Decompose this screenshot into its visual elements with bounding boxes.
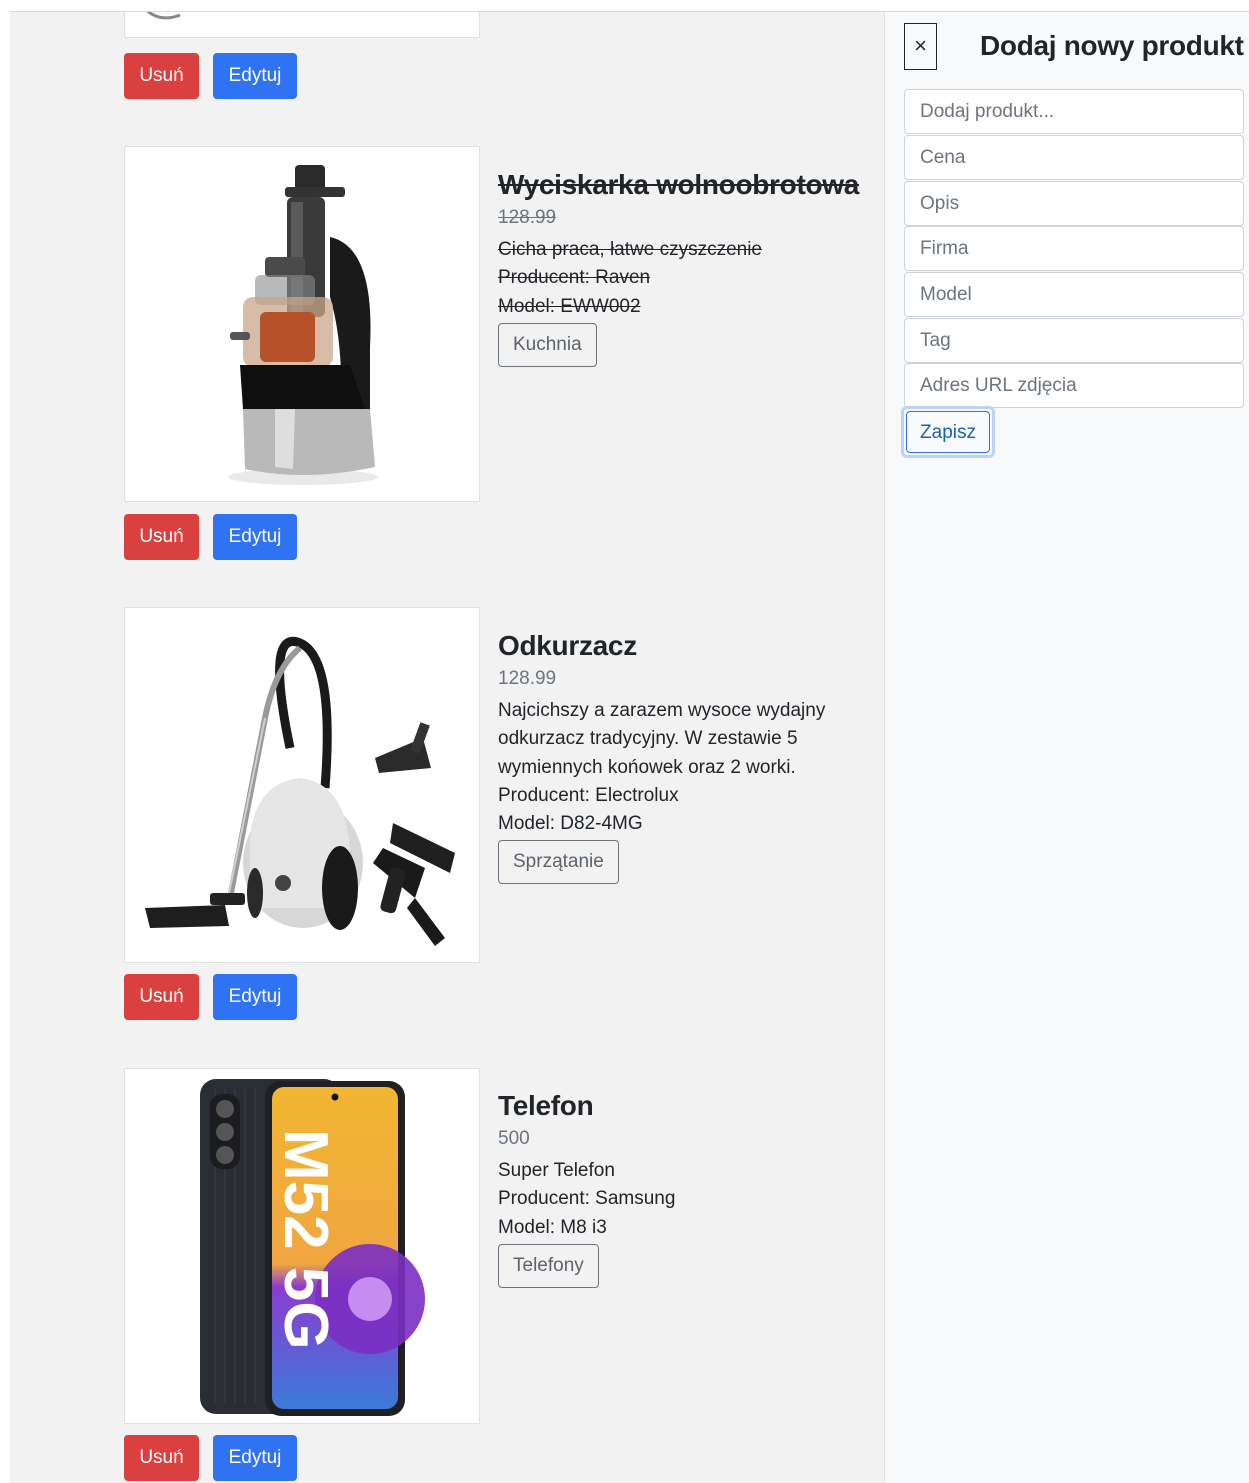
add-product-panel: × Dodaj nowy produkt Zapisz xyxy=(884,12,1249,1483)
price-input[interactable] xyxy=(904,135,1244,180)
phone-image: M52 5G xyxy=(124,1068,480,1424)
panel-title: Dodaj nowy produkt xyxy=(980,30,1244,61)
image-url-input[interactable] xyxy=(904,363,1244,408)
delete-button[interactable]: Usuń xyxy=(124,1435,199,1481)
edit-button[interactable]: Edytuj xyxy=(213,974,297,1020)
model-text: Model: M8 i3 xyxy=(498,1216,607,1238)
description-text: Super Telefon xyxy=(498,1160,615,1181)
delete-button[interactable]: Usuń xyxy=(124,514,199,560)
edit-button[interactable]: Edytuj xyxy=(213,514,297,560)
product-image-partial xyxy=(124,12,480,38)
product-name-input[interactable] xyxy=(904,89,1244,134)
vacuum-cleaner-image xyxy=(124,607,480,963)
phone-model-text: M52 5G xyxy=(271,1129,340,1350)
product-price: 500 xyxy=(498,1128,530,1149)
tag-badge[interactable]: Kuchnia xyxy=(498,322,597,367)
tag-badge[interactable]: Telefony xyxy=(498,1243,599,1288)
delete-button[interactable]: Usuń xyxy=(124,974,199,1020)
product-name: Wyciskarka wolnoobrotowa xyxy=(498,169,860,200)
description-text: Cicha praca, łatwe czyszczenie xyxy=(498,239,762,260)
save-button-label: Zapisz xyxy=(906,411,990,453)
tag-badge[interactable]: Sprzątanie xyxy=(498,840,619,885)
product-description: Najcichszy a zarazem wysoce wydajny odku… xyxy=(498,697,868,838)
model-input[interactable] xyxy=(904,272,1244,317)
producer-text: Producent: Raven xyxy=(498,267,651,289)
edit-button[interactable]: Edytuj xyxy=(213,53,297,99)
product-description: Super Telefon Producent: Samsung Model: … xyxy=(498,1157,868,1242)
description-input[interactable] xyxy=(904,181,1244,226)
product-info: Wyciskarka wolnoobrotowa 128.99 Cicha pr… xyxy=(498,168,868,367)
product-description: Cicha praca, łatwe czyszczenie Producent… xyxy=(498,236,868,321)
product-price: 128.99 xyxy=(498,207,557,228)
delete-button[interactable]: Usuń xyxy=(124,53,199,99)
product-name: Telefon xyxy=(498,1090,594,1121)
model-text: Model: D82-4MG xyxy=(498,813,643,835)
save-button[interactable]: Zapisz xyxy=(901,406,995,458)
juicer-image xyxy=(124,146,480,502)
producer-text: Producent: Samsung xyxy=(498,1188,676,1210)
product-list: Usuń Edytuj Wyciskarka wolnoobrotowa 128… xyxy=(10,12,884,1483)
product-price: 128.99 xyxy=(498,668,557,689)
description-text: Najcichszy a zarazem wysoce wydajny odku… xyxy=(498,700,826,778)
product-info: Odkurzacz 128.99 Najcichszy a zarazem wy… xyxy=(498,629,868,885)
model-text: Model: EWW002 xyxy=(498,295,641,317)
company-input[interactable] xyxy=(904,226,1244,271)
edit-button[interactable]: Edytuj xyxy=(213,1435,297,1481)
tag-input[interactable] xyxy=(904,318,1244,363)
product-info: Telefon 500 Super Telefon Producent: Sam… xyxy=(498,1089,868,1288)
product-name: Odkurzacz xyxy=(498,630,637,661)
producer-text: Producent: Electrolux xyxy=(498,784,679,806)
close-button[interactable]: × xyxy=(904,23,937,70)
